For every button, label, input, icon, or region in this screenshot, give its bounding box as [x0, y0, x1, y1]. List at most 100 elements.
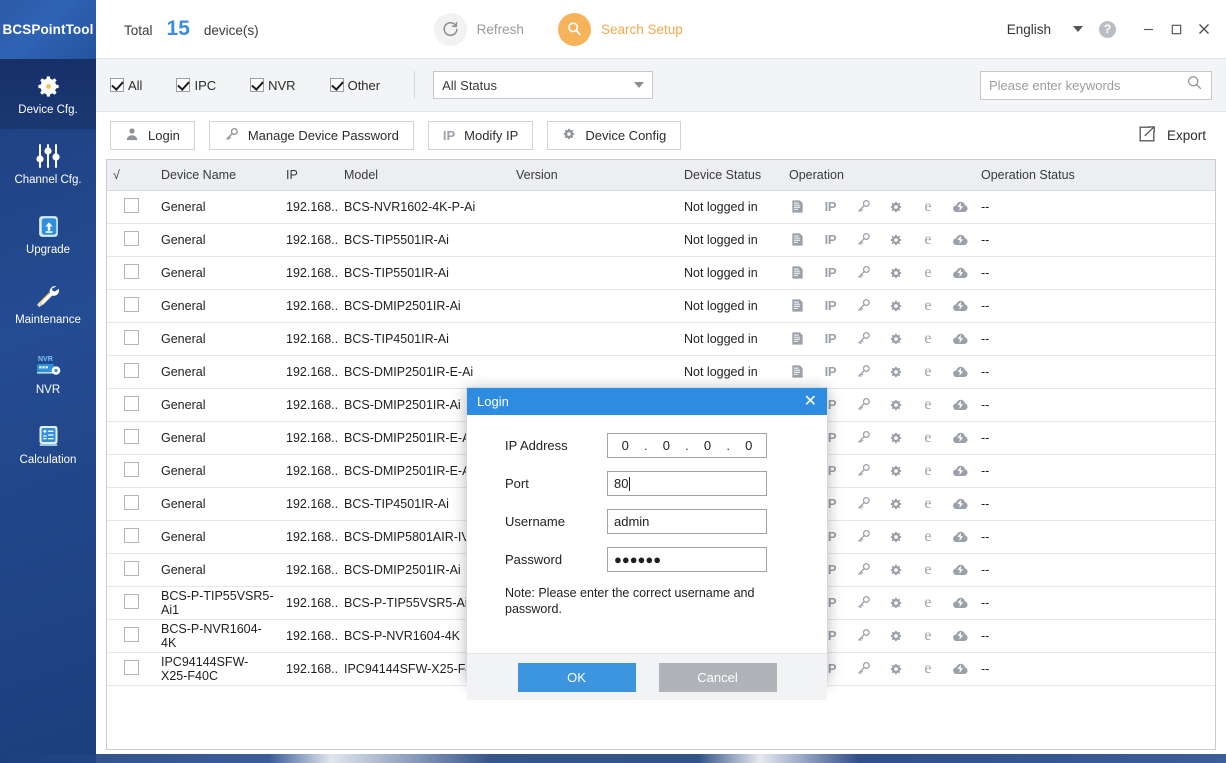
browser-e-icon[interactable]: e: [920, 363, 936, 381]
ip-icon[interactable]: IP: [821, 265, 840, 280]
browser-e-icon[interactable]: e: [920, 561, 936, 579]
filter-checkbox-all[interactable]: All: [110, 78, 142, 93]
checkbox-icon[interactable]: [123, 230, 139, 246]
checkbox-icon[interactable]: [123, 659, 139, 675]
username-field[interactable]: admin: [607, 509, 767, 534]
ip-octet-1[interactable]: 0: [622, 438, 629, 453]
browser-e-icon[interactable]: e: [920, 198, 936, 216]
key-icon[interactable]: [856, 628, 872, 643]
close-icon[interactable]: [1190, 15, 1218, 43]
sidebar-item-channel-cfg[interactable]: Channel Cfg.: [0, 129, 96, 199]
key-icon[interactable]: [856, 496, 872, 511]
checkbox-icon[interactable]: [123, 362, 139, 378]
browser-e-icon[interactable]: e: [920, 495, 936, 513]
row-checkbox-cell[interactable]: [107, 223, 155, 257]
password-field[interactable]: ●●●●●●: [607, 547, 767, 572]
key-icon[interactable]: [856, 529, 872, 544]
cloud-icon[interactable]: [952, 596, 969, 610]
gear-icon[interactable]: [888, 464, 904, 478]
export-button[interactable]: Export: [1137, 124, 1212, 147]
row-checkbox-cell[interactable]: [107, 586, 155, 620]
sidebar-item-nvr[interactable]: NVR NVR: [0, 339, 96, 409]
checkbox-icon[interactable]: [123, 197, 139, 213]
gear-icon[interactable]: [888, 662, 904, 676]
cloud-icon[interactable]: [952, 365, 969, 379]
gear-icon[interactable]: [888, 431, 904, 445]
document-icon[interactable]: [789, 298, 805, 313]
checkbox-icon[interactable]: [123, 395, 139, 411]
row-checkbox-cell[interactable]: [107, 388, 155, 422]
row-checkbox-cell[interactable]: [107, 421, 155, 455]
cloud-icon[interactable]: [952, 266, 969, 280]
ok-button[interactable]: OK: [517, 662, 636, 692]
help-icon[interactable]: ?: [1099, 20, 1116, 38]
sidebar-item-maintenance[interactable]: Maintenance: [0, 269, 96, 339]
filter-checkbox-other[interactable]: Other: [329, 78, 380, 93]
filter-checkbox-ipc[interactable]: IPC: [176, 78, 216, 93]
gear-icon[interactable]: [888, 233, 904, 247]
port-field[interactable]: 80: [607, 471, 767, 496]
browser-e-icon[interactable]: e: [920, 462, 936, 480]
checkbox-icon[interactable]: [123, 296, 139, 312]
key-icon[interactable]: [856, 595, 872, 610]
cloud-icon[interactable]: [952, 497, 969, 511]
cloud-icon[interactable]: [952, 398, 969, 412]
ip-octet-4[interactable]: 0: [745, 438, 752, 453]
gear-icon[interactable]: [888, 266, 904, 280]
row-checkbox-cell[interactable]: [107, 355, 155, 389]
ip-address-field[interactable]: 0 . 0 . 0 . 0: [607, 433, 767, 458]
ip-icon[interactable]: IP: [821, 298, 840, 313]
row-checkbox-cell[interactable]: [107, 553, 155, 587]
cloud-icon[interactable]: [952, 464, 969, 478]
cancel-button[interactable]: Cancel: [658, 662, 777, 692]
checkbox-icon[interactable]: [176, 78, 191, 92]
checkbox-icon[interactable]: [123, 527, 139, 543]
key-icon[interactable]: [856, 562, 872, 577]
gear-icon[interactable]: [888, 563, 904, 577]
gear-icon[interactable]: [888, 332, 904, 346]
sidebar-item-upgrade[interactable]: Upgrade: [0, 199, 96, 269]
row-checkbox-cell[interactable]: [107, 652, 155, 686]
cloud-icon[interactable]: [952, 299, 969, 313]
gear-icon[interactable]: [888, 596, 904, 610]
filter-checkbox-nvr[interactable]: NVR: [250, 78, 296, 93]
table-row[interactable]: General 192.168... BCS-TIP5501IR-Ai Not log…: [107, 223, 1215, 257]
browser-e-icon[interactable]: e: [920, 660, 936, 678]
ip-icon[interactable]: IP: [821, 232, 840, 247]
browser-e-icon[interactable]: e: [920, 396, 936, 414]
table-row[interactable]: General 192.168... BCS-DMIP2501IR-E-Ai Not …: [107, 355, 1215, 389]
close-icon[interactable]: ✕: [804, 393, 817, 410]
row-checkbox-cell[interactable]: [107, 256, 155, 290]
checkbox-icon[interactable]: [123, 494, 139, 510]
document-icon[interactable]: [789, 232, 805, 247]
ip-icon[interactable]: IP: [821, 364, 840, 379]
cloud-icon[interactable]: [952, 530, 969, 544]
ip-octet-2[interactable]: 0: [663, 438, 670, 453]
table-row[interactable]: General 192.168... BCS-TIP4501IR-Ai Not log…: [107, 322, 1215, 356]
key-icon[interactable]: [856, 430, 872, 445]
column-select-all[interactable]: √: [107, 160, 155, 191]
row-checkbox-cell[interactable]: [107, 289, 155, 323]
browser-e-icon[interactable]: e: [920, 231, 936, 249]
gear-icon[interactable]: [888, 200, 904, 214]
document-icon[interactable]: [789, 364, 805, 379]
row-checkbox-cell[interactable]: [107, 454, 155, 488]
key-icon[interactable]: [856, 364, 872, 379]
key-icon[interactable]: [856, 298, 872, 313]
status-select[interactable]: All Status: [433, 71, 654, 99]
checkbox-icon[interactable]: [123, 560, 139, 576]
document-icon[interactable]: [789, 199, 805, 214]
gear-icon[interactable]: [888, 629, 904, 643]
device-config-button[interactable]: Device Config: [547, 121, 682, 150]
row-checkbox-cell[interactable]: [107, 322, 155, 356]
search-input[interactable]: [989, 77, 1186, 93]
table-row[interactable]: General 192.168... BCS-DMIP2501IR-Ai Not lo…: [107, 289, 1215, 323]
cloud-icon[interactable]: [952, 233, 969, 247]
browser-e-icon[interactable]: e: [920, 594, 936, 612]
key-icon[interactable]: [856, 397, 872, 412]
ip-icon[interactable]: IP: [821, 331, 840, 346]
chevron-down-icon[interactable]: [1073, 26, 1083, 32]
modify-ip-button[interactable]: IP Modify IP: [427, 121, 534, 150]
cloud-icon[interactable]: [952, 629, 969, 643]
gear-icon[interactable]: [888, 398, 904, 412]
